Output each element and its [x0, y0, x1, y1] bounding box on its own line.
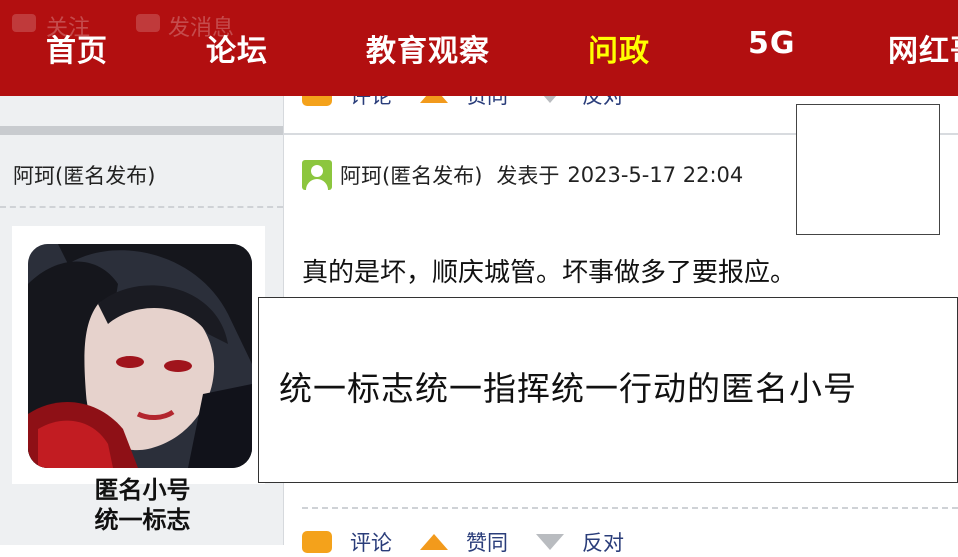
post-header: 阿珂(匿名发布) 发表于 2023-5-17 22:04 [302, 160, 743, 190]
avatar-portrait-icon [28, 244, 252, 468]
arrow-down-icon [536, 534, 564, 550]
downvote-button-bottom[interactable]: 反对 [536, 527, 624, 557]
comment-icon [302, 531, 332, 553]
upvote-label: 赞同 [466, 531, 508, 555]
posted-label: 发表于 [496, 164, 560, 188]
follow-icon [12, 14, 36, 32]
nav-home[interactable]: 首页 [46, 26, 108, 70]
user-icon [302, 160, 332, 190]
top-nav-bar: 关注 发消息 首页 论坛 教育观察 问政 5G 网红哥 [0, 0, 958, 96]
nav-5g[interactable]: 5G [748, 26, 796, 61]
post-actions-bottom: 评论 赞同 反对 [302, 527, 652, 557]
sidebar-divider [0, 126, 283, 135]
blank-overlay-box [796, 104, 940, 235]
nav-forum[interactable]: 论坛 [206, 26, 268, 70]
nav-politics[interactable]: 问政 [588, 26, 650, 70]
downvote-label: 反对 [582, 531, 624, 555]
caption-overlay: 统一标志统一指挥统一行动的匿名小号 [258, 297, 958, 483]
upvote-button-bottom[interactable]: 赞同 [420, 527, 508, 557]
post-author[interactable]: 阿珂(匿名发布) [340, 160, 482, 190]
arrow-up-icon [420, 534, 448, 550]
mail-icon [136, 14, 160, 32]
sidebar-author-name[interactable]: 阿珂(匿名发布) [13, 160, 155, 190]
comment-button-bottom[interactable]: 评论 [302, 527, 392, 557]
post-body-text: 真的是坏，顺庆城管。坏事做多了要报应。 [302, 258, 797, 288]
nav-influencer[interactable]: 网红哥 [888, 26, 958, 70]
sidebar-dashed-divider [0, 206, 283, 208]
post-timestamp: 2023-5-17 22:04 [567, 163, 744, 187]
caption-text: 统一标志统一指挥统一行动的匿名小号 [279, 369, 857, 408]
avatar[interactable] [28, 244, 252, 468]
avatar-caption-line2: 统一标志 [94, 506, 191, 534]
comment-label: 评论 [350, 531, 392, 555]
main-dashed-divider [302, 507, 958, 509]
nav-education[interactable]: 教育观察 [366, 26, 490, 70]
